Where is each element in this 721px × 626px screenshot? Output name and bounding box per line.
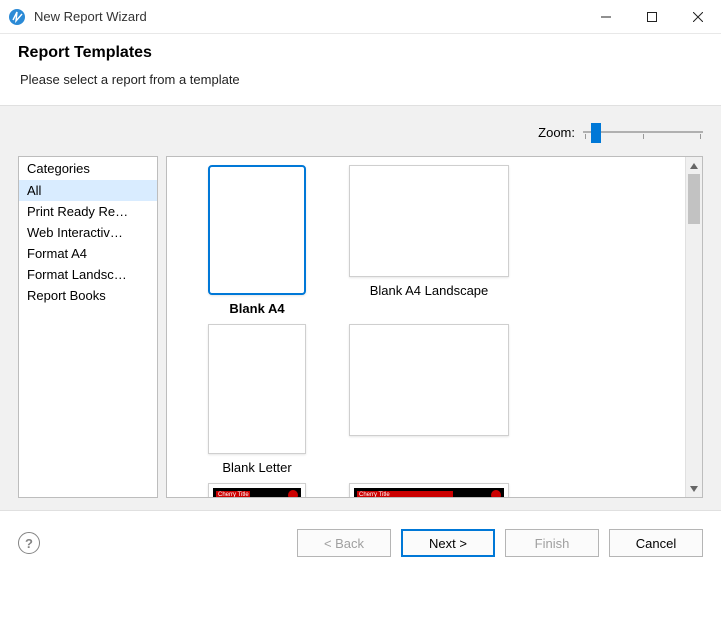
zoom-slider[interactable] xyxy=(583,121,703,143)
wizard-footer: ? < Back Next > Finish Cancel xyxy=(0,511,721,575)
template-thumbnail xyxy=(208,324,306,454)
page-subtitle: Please select a report from a template xyxy=(18,72,703,87)
template-label: Blank A4 xyxy=(229,301,284,316)
sidebar-header: Categories xyxy=(19,157,157,180)
template-label: Blank Letter xyxy=(222,460,291,475)
template-label: Blank A4 Landscape xyxy=(370,283,489,298)
template-card[interactable] xyxy=(343,324,515,475)
zoom-control: Zoom: xyxy=(18,118,703,146)
wizard-header: Report Templates Please select a report … xyxy=(0,34,721,105)
template-card[interactable]: Blank A4 Landscape xyxy=(343,165,515,316)
template-card[interactable]: Blank A4 xyxy=(171,165,343,316)
template-gallery: Blank A4 Blank A4 Landscape Blank Letter Ch… xyxy=(167,157,685,497)
zoom-label: Zoom: xyxy=(538,125,575,140)
template-thumbnail: Cherry Title xyxy=(208,483,306,497)
window-title: New Report Wizard xyxy=(34,9,583,24)
template-card[interactable]: Cherry Title xyxy=(171,483,343,497)
next-button[interactable]: Next > xyxy=(401,529,495,557)
sidebar-item[interactable]: All xyxy=(19,180,157,201)
scroll-down-icon[interactable] xyxy=(686,480,702,497)
gallery-scrollbar[interactable] xyxy=(685,157,702,497)
app-icon xyxy=(8,8,26,26)
scroll-thumb[interactable] xyxy=(688,174,700,224)
sidebar-item[interactable]: Print Ready Re… xyxy=(19,201,157,222)
help-button[interactable]: ? xyxy=(18,532,40,554)
scroll-track[interactable] xyxy=(686,174,702,480)
template-gallery-wrap: Blank A4 Blank A4 Landscape Blank Letter Ch… xyxy=(166,156,703,498)
template-thumbnail: Cherry Title xyxy=(349,483,509,497)
template-card[interactable]: Cherry Title xyxy=(343,483,515,497)
sidebar-item[interactable]: Format Landsc… xyxy=(19,264,157,285)
window-controls xyxy=(583,0,721,34)
scroll-up-icon[interactable] xyxy=(686,157,702,174)
sidebar-item[interactable]: Web Interactiv… xyxy=(19,222,157,243)
template-thumbnail xyxy=(208,165,306,295)
category-sidebar: Categories AllPrint Ready Re…Web Interac… xyxy=(18,156,158,498)
page-heading: Report Templates xyxy=(18,44,703,62)
maximize-button[interactable] xyxy=(629,0,675,34)
zoom-thumb[interactable] xyxy=(591,123,601,143)
template-card[interactable]: Blank Letter xyxy=(171,324,343,475)
cancel-button[interactable]: Cancel xyxy=(609,529,703,557)
sidebar-item[interactable]: Format A4 xyxy=(19,243,157,264)
minimize-button[interactable] xyxy=(583,0,629,34)
finish-button[interactable]: Finish xyxy=(505,529,599,557)
content-area: Zoom: Categories AllPrint Ready Re…Web I… xyxy=(0,105,721,511)
template-thumbnail xyxy=(349,324,509,436)
sidebar-item[interactable]: Report Books xyxy=(19,285,157,306)
back-button[interactable]: < Back xyxy=(297,529,391,557)
template-thumbnail xyxy=(349,165,509,277)
title-bar: New Report Wizard xyxy=(0,0,721,34)
close-button[interactable] xyxy=(675,0,721,34)
